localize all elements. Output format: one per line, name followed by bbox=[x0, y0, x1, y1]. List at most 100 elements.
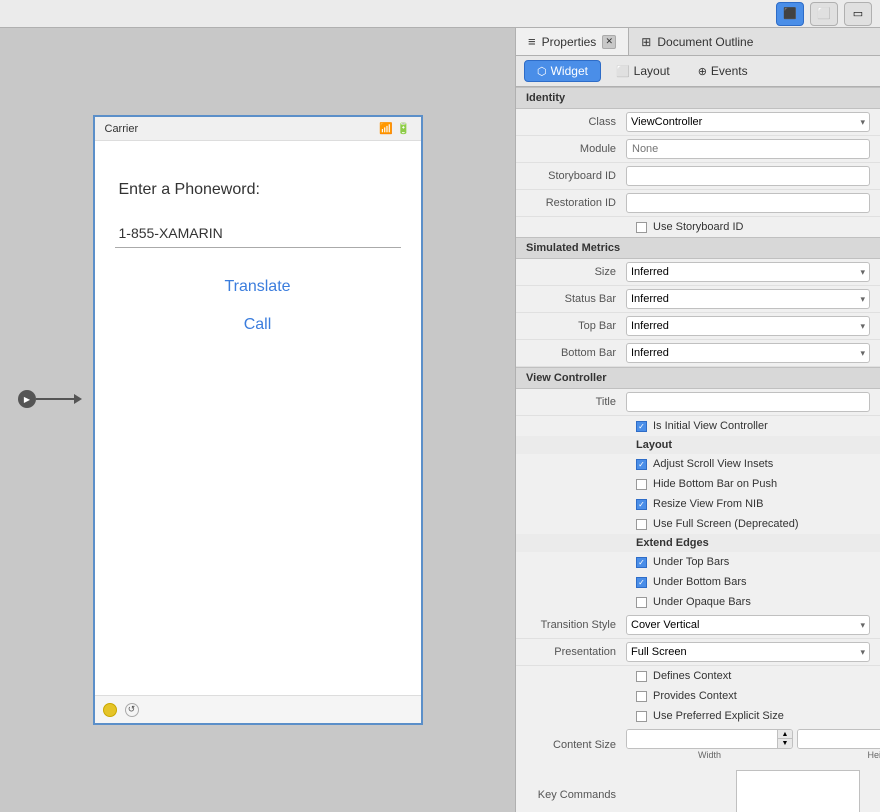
prop-presentation-value: Full Screen ▾ bbox=[626, 642, 870, 662]
key-commands-label: Key Commands bbox=[526, 789, 626, 801]
prop-presentation-row: Presentation Full Screen ▾ bbox=[516, 639, 880, 666]
top-bar-select[interactable]: Inferred ▾ bbox=[626, 316, 870, 336]
is-initial-checkbox[interactable] bbox=[636, 421, 647, 432]
is-initial-row: Is Initial View Controller bbox=[516, 416, 880, 436]
prop-bottom-bar-value: Inferred ▾ bbox=[626, 343, 870, 363]
use-full-screen-row: Use Full Screen (Deprecated) bbox=[516, 514, 880, 534]
prop-module-label: Module bbox=[526, 143, 626, 155]
tab-events[interactable]: ⊕ Events bbox=[685, 60, 761, 82]
arrow-circle: ▶ bbox=[18, 390, 36, 408]
under-opaque-bars-checkbox[interactable] bbox=[636, 597, 647, 608]
restoration-id-input[interactable] bbox=[626, 193, 870, 213]
width-input-wrap: 0 ▲ ▼ bbox=[626, 729, 793, 749]
class-select-value: ViewController bbox=[631, 116, 702, 128]
size-select[interactable]: Inferred ▾ bbox=[626, 262, 870, 282]
prop-module-row: Module bbox=[516, 136, 880, 163]
prop-presentation-label: Presentation bbox=[526, 646, 626, 658]
wifi-icon: 📶 bbox=[379, 122, 393, 135]
width-up-btn[interactable]: ▲ bbox=[778, 730, 792, 739]
document-outline-tab[interactable]: ⊞ Document Outline bbox=[629, 29, 765, 55]
use-preferred-checkbox[interactable] bbox=[636, 711, 647, 722]
status-bar-select-value: Inferred bbox=[631, 293, 669, 305]
bottom-bar-select[interactable]: Inferred ▾ bbox=[626, 343, 870, 363]
phone-input-field[interactable]: 1-855-XAMARIN bbox=[115, 219, 401, 248]
under-top-bars-checkbox[interactable] bbox=[636, 557, 647, 568]
under-opaque-bars-row: Under Opaque Bars bbox=[516, 592, 880, 612]
prop-status-bar-value: Inferred ▾ bbox=[626, 289, 870, 309]
size-select-arrow: ▾ bbox=[860, 267, 865, 278]
adjust-scroll-row: Adjust Scroll View Insets bbox=[516, 454, 880, 474]
translate-button[interactable]: Translate bbox=[115, 278, 401, 296]
status-icons: 📶 🔋 bbox=[379, 122, 410, 135]
prop-transition-style-value: Cover Vertical ▾ bbox=[626, 615, 870, 635]
toolbar-btn-3[interactable]: ▭ bbox=[844, 2, 872, 26]
prop-size-label: Size bbox=[526, 266, 626, 278]
provides-context-checkbox[interactable] bbox=[636, 691, 647, 702]
prop-class-row: Class ViewController ▾ bbox=[516, 109, 880, 136]
defines-context-row: Defines Context bbox=[516, 666, 880, 686]
section-simulated-metrics: Simulated Metrics bbox=[516, 237, 880, 259]
use-full-screen-checkbox[interactable] bbox=[636, 519, 647, 530]
properties-title: Properties bbox=[542, 35, 597, 49]
transition-style-select[interactable]: Cover Vertical ▾ bbox=[626, 615, 870, 635]
content-size-label: Content Size bbox=[526, 739, 626, 751]
defines-context-checkbox[interactable] bbox=[636, 671, 647, 682]
presentation-select-arrow: ▾ bbox=[860, 647, 865, 658]
class-select[interactable]: ViewController ▾ bbox=[626, 112, 870, 132]
title-input[interactable] bbox=[626, 392, 870, 412]
prop-bottom-bar-row: Bottom Bar Inferred ▾ bbox=[516, 340, 880, 367]
defines-context-label: Defines Context bbox=[653, 670, 731, 682]
provides-context-label: Provides Context bbox=[653, 690, 737, 702]
prop-size-value: Inferred ▾ bbox=[626, 262, 870, 282]
adjust-scroll-checkbox[interactable] bbox=[636, 459, 647, 470]
prop-size-row: Size Inferred ▾ bbox=[516, 259, 880, 286]
provides-context-row: Provides Context bbox=[516, 686, 880, 706]
tab-events-label: Events bbox=[711, 64, 748, 78]
arrow-line bbox=[36, 398, 76, 400]
prop-title-label: Title bbox=[526, 396, 626, 408]
prop-class-value: ViewController ▾ bbox=[626, 112, 870, 132]
bottom-dot-circle: ↺ bbox=[125, 703, 139, 717]
prop-storyboard-id-label: Storyboard ID bbox=[526, 170, 626, 182]
doc-outline-icon: ⊞ bbox=[641, 35, 651, 49]
adjust-scroll-label: Adjust Scroll View Insets bbox=[653, 458, 773, 470]
top-bar: ⬛ ⬜ ▭ bbox=[0, 0, 880, 28]
call-button[interactable]: Call bbox=[115, 316, 401, 334]
hide-bottom-bar-checkbox[interactable] bbox=[636, 479, 647, 490]
toolbar-icon-2: ⬜ bbox=[817, 7, 831, 20]
module-input[interactable] bbox=[626, 139, 870, 159]
prop-top-bar-row: Top Bar Inferred ▾ bbox=[516, 313, 880, 340]
width-input[interactable]: 0 bbox=[627, 730, 777, 748]
top-bar-select-value: Inferred bbox=[631, 320, 669, 332]
under-top-bars-label: Under Top Bars bbox=[653, 556, 729, 568]
prop-bottom-bar-label: Bottom Bar bbox=[526, 347, 626, 359]
width-sublabel: Width bbox=[626, 750, 793, 760]
presentation-select[interactable]: Full Screen ▾ bbox=[626, 642, 870, 662]
phone-status-bar: Carrier 📶 🔋 bbox=[95, 117, 421, 141]
close-button[interactable]: ✕ bbox=[602, 35, 616, 49]
toolbar-btn-1[interactable]: ⬛ bbox=[776, 2, 804, 26]
transition-style-select-value: Cover Vertical bbox=[631, 619, 699, 631]
storyboard-id-input[interactable] bbox=[626, 166, 870, 186]
tab-layout[interactable]: ⬜ Layout bbox=[603, 60, 683, 82]
panel-header: ≡ Properties ✕ ⊞ Document Outline bbox=[516, 28, 880, 56]
extend-edges-label: Extend Edges bbox=[516, 534, 880, 552]
section-identity: Identity bbox=[516, 87, 880, 109]
doc-outline-label: Document Outline bbox=[657, 35, 753, 49]
tab-widget[interactable]: ⬡ Widget bbox=[524, 60, 601, 82]
close-icon: ✕ bbox=[606, 36, 614, 47]
prop-transition-style-label: Transition Style bbox=[526, 619, 626, 631]
properties-icon: ≡ bbox=[528, 34, 536, 49]
width-down-btn[interactable]: ▼ bbox=[778, 739, 792, 748]
height-input[interactable]: 0 bbox=[798, 730, 880, 748]
sub-tabs: ⬡ Widget ⬜ Layout ⊕ Events bbox=[516, 56, 880, 87]
resize-view-checkbox[interactable] bbox=[636, 499, 647, 510]
status-bar-select[interactable]: Inferred ▾ bbox=[626, 289, 870, 309]
prop-top-bar-label: Top Bar bbox=[526, 320, 626, 332]
toolbar-btn-2[interactable]: ⬜ bbox=[810, 2, 838, 26]
under-bottom-bars-row: Under Bottom Bars bbox=[516, 572, 880, 592]
properties-tab[interactable]: ≡ Properties ✕ bbox=[516, 28, 629, 55]
under-bottom-bars-checkbox[interactable] bbox=[636, 577, 647, 588]
use-preferred-label: Use Preferred Explicit Size bbox=[653, 710, 784, 722]
use-storyboard-checkbox[interactable] bbox=[636, 222, 647, 233]
